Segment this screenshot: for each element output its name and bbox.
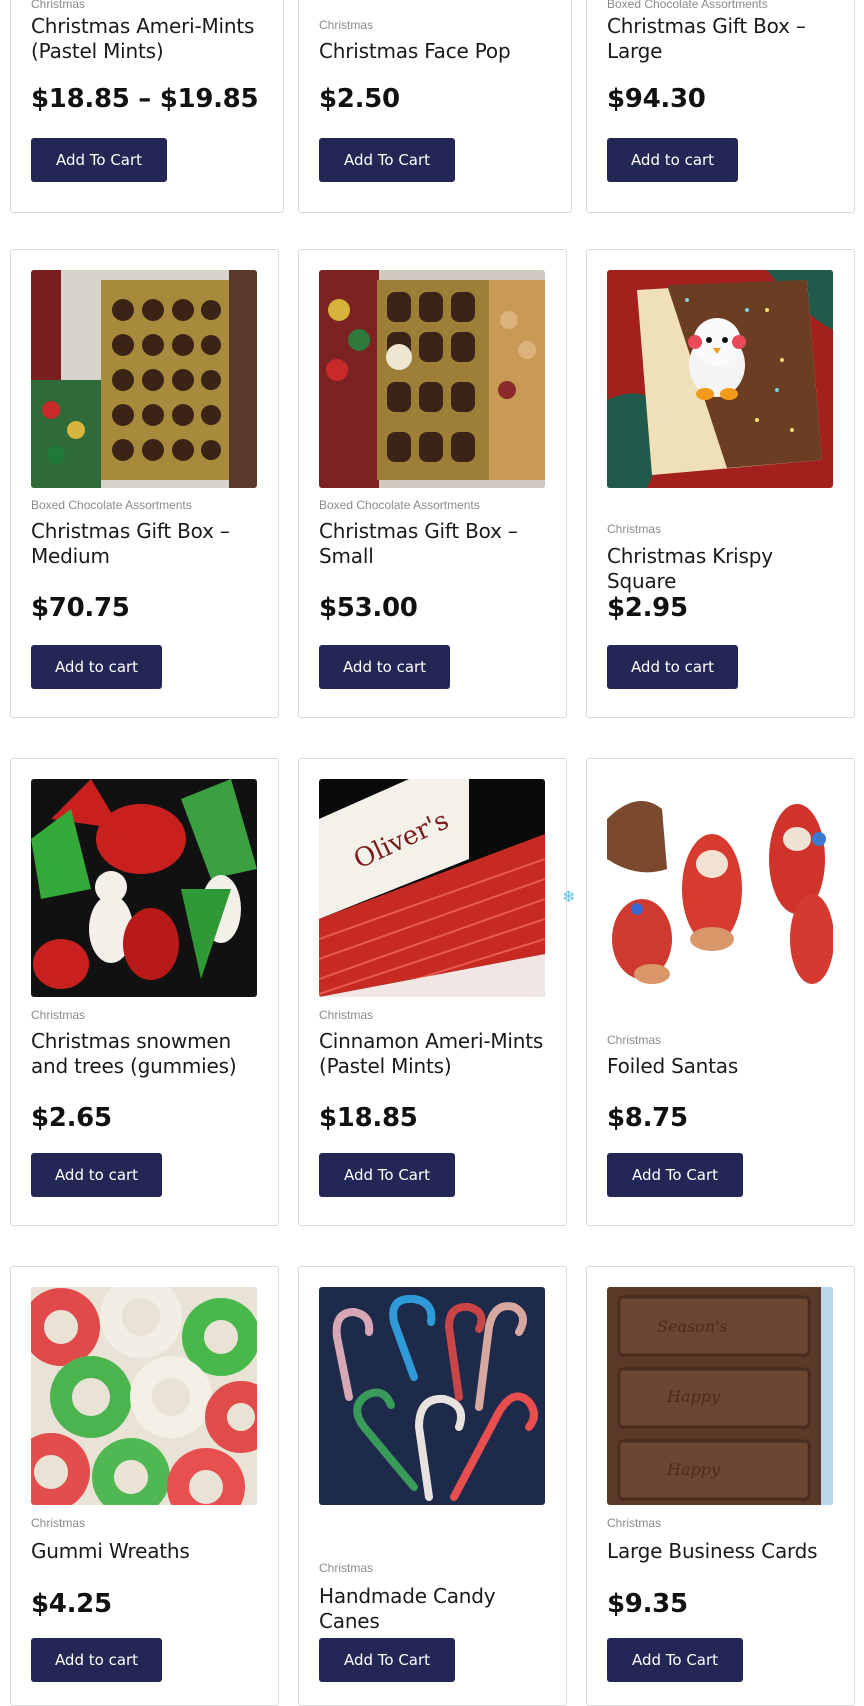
product-card: Christmas Christmas Face Pop $2.50 Add T…: [298, 0, 572, 213]
product-image[interactable]: Season's Happy Happy: [607, 1287, 833, 1505]
add-to-cart-button[interactable]: Add to cart: [319, 645, 450, 689]
product-category[interactable]: Christmas: [319, 1561, 373, 1575]
product-image[interactable]: Oliver's: [319, 779, 545, 997]
penguin-krispy-square-photo: [607, 270, 833, 488]
product-category[interactable]: Christmas: [31, 1516, 85, 1530]
add-to-cart-button[interactable]: Add to cart: [31, 1638, 162, 1682]
add-to-cart-button[interactable]: Add To Cart: [31, 138, 167, 182]
add-to-cart-button[interactable]: Add to cart: [31, 1153, 162, 1197]
product-card: Christmas Gummi Wreaths $4.25 Add to car…: [10, 1266, 279, 1706]
product-title[interactable]: Christmas Face Pop: [319, 39, 551, 64]
add-to-cart-button[interactable]: Add To Cart: [319, 138, 455, 182]
chocolate-gift-box-photo: [31, 270, 257, 488]
product-category[interactable]: Christmas: [607, 1516, 661, 1530]
product-card: Christmas Christmas Krispy Square $2.95 …: [586, 249, 855, 718]
product-price: $8.75: [607, 1103, 688, 1133]
product-image[interactable]: [31, 1287, 257, 1505]
product-card: Christmas Christmas Ameri-Mints (Pastel …: [10, 0, 284, 213]
product-image[interactable]: [607, 270, 833, 488]
product-price: $2.65: [31, 1103, 112, 1133]
product-card: Oliver's Christmas Cinnamon Ameri-Mints …: [298, 758, 567, 1226]
product-category[interactable]: Christmas: [607, 1033, 661, 1047]
product-price: $70.75: [31, 593, 130, 623]
product-title[interactable]: Christmas Ameri-Mints (Pastel Mints): [31, 14, 263, 64]
svg-text:Happy: Happy: [666, 1387, 721, 1406]
product-price: $18.85: [319, 1103, 418, 1133]
product-card: Season's Happy Happy Christmas Large Busin…: [586, 1266, 855, 1706]
product-card: Boxed Chocolate Assortments Christmas Gi…: [298, 249, 567, 718]
product-card: Boxed Chocolate Assortments Christmas Gi…: [586, 0, 855, 213]
add-to-cart-button[interactable]: Add To Cart: [319, 1153, 455, 1197]
product-category[interactable]: Boxed Chocolate Assortments: [319, 498, 480, 512]
product-image[interactable]: [31, 779, 257, 997]
product-title[interactable]: Christmas Gift Box – Large: [607, 14, 839, 64]
product-category[interactable]: Christmas: [607, 522, 661, 536]
product-image[interactable]: [31, 270, 257, 488]
product-category[interactable]: Boxed Chocolate Assortments: [31, 498, 192, 512]
product-title[interactable]: Cinnamon Ameri-Mints (Pastel Mints): [319, 1029, 551, 1079]
gummi-wreaths-photo: [31, 1287, 257, 1505]
add-to-cart-button[interactable]: Add To Cart: [607, 1638, 743, 1682]
product-price: $4.25: [31, 1589, 112, 1619]
chocolate-gift-box-photo: [319, 270, 545, 488]
product-price: $18.85 – $19.85: [31, 84, 259, 114]
product-title[interactable]: Christmas Gift Box – Small: [319, 519, 551, 569]
add-to-cart-button[interactable]: Add To Cart: [607, 1153, 743, 1197]
chocolate-business-cards-photo: Season's Happy Happy: [607, 1287, 833, 1505]
product-card: Christmas Christmas snowmen and trees (g…: [10, 758, 279, 1226]
product-title[interactable]: Christmas Krispy Square: [607, 544, 839, 594]
cinnamon-mints-box-photo: Oliver's: [319, 779, 545, 997]
snowflake-icon: ❄: [562, 889, 576, 906]
svg-text:Season's: Season's: [657, 1317, 728, 1336]
product-title[interactable]: Large Business Cards: [607, 1539, 839, 1564]
product-price: $2.95: [607, 593, 688, 623]
product-card: Boxed Chocolate Assortments Christmas Gi…: [10, 249, 279, 718]
product-price: $53.00: [319, 593, 418, 623]
product-category[interactable]: Christmas: [31, 1008, 85, 1022]
product-price: $2.50: [319, 84, 400, 114]
product-title[interactable]: Christmas snowmen and trees (gummies): [31, 1029, 263, 1079]
product-title[interactable]: Foiled Santas: [607, 1054, 839, 1079]
add-to-cart-button[interactable]: Add to cart: [31, 645, 162, 689]
product-title[interactable]: Gummi Wreaths: [31, 1539, 263, 1564]
product-card: Christmas Foiled Santas $8.75 Add To Car…: [586, 758, 855, 1226]
product-card: Christmas Handmade Candy Canes Add To Ca…: [298, 1266, 567, 1706]
svg-text:Happy: Happy: [666, 1460, 721, 1479]
foiled-santas-photo: [607, 779, 833, 997]
product-image[interactable]: [319, 270, 545, 488]
candy-canes-photo: [319, 1287, 545, 1505]
product-title[interactable]: Christmas Gift Box – Medium: [31, 519, 263, 569]
product-category[interactable]: Christmas: [319, 18, 373, 32]
product-category[interactable]: Christmas: [319, 1008, 373, 1022]
add-to-cart-button[interactable]: Add to cart: [607, 645, 738, 689]
product-price: $9.35: [607, 1589, 688, 1619]
product-category[interactable]: Christmas: [31, 0, 85, 11]
add-to-cart-button[interactable]: Add To Cart: [319, 1638, 455, 1682]
add-to-cart-button[interactable]: Add to cart: [607, 138, 738, 182]
product-image[interactable]: [319, 1287, 545, 1505]
product-title[interactable]: Handmade Candy Canes: [319, 1584, 551, 1634]
product-price: $94.30: [607, 84, 706, 114]
gummy-snowmen-photo: [31, 779, 257, 997]
product-category[interactable]: Boxed Chocolate Assortments: [607, 0, 768, 11]
product-image[interactable]: [607, 779, 833, 997]
